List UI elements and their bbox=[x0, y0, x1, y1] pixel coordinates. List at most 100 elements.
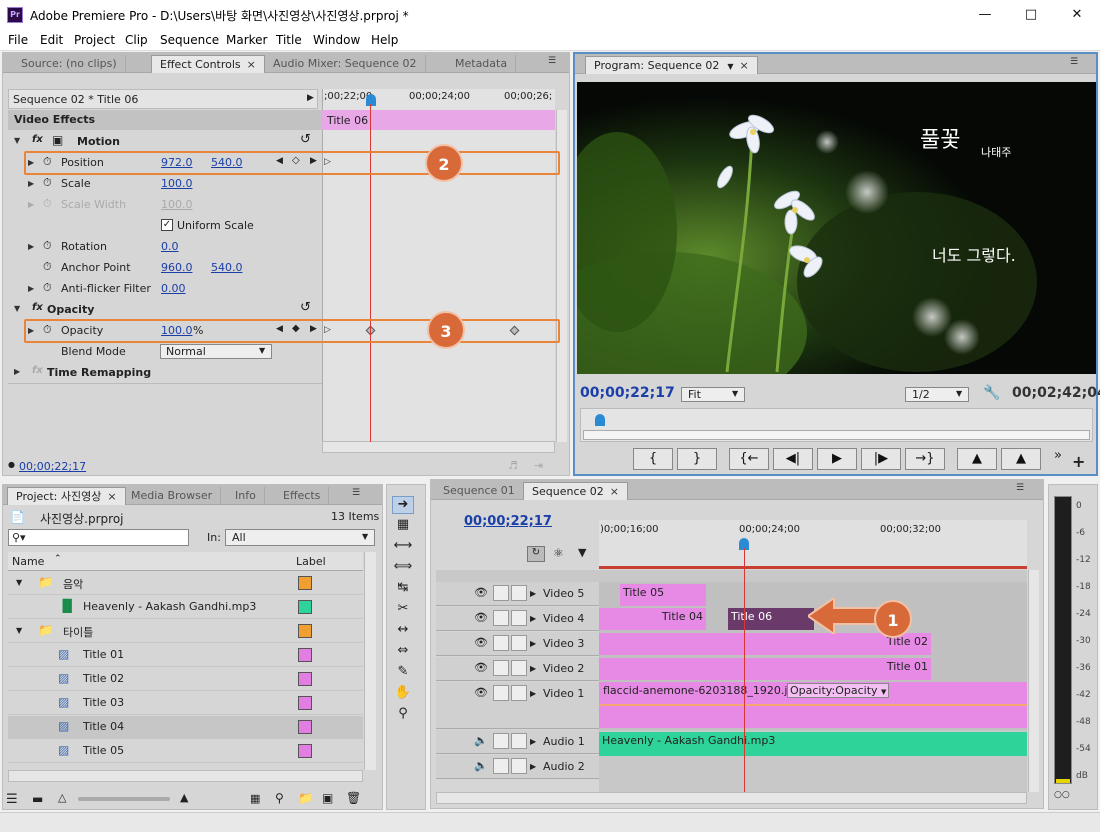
eye-icon[interactable]: 👁 bbox=[474, 611, 488, 624]
sync-lock-icon[interactable] bbox=[493, 610, 509, 626]
menu-project[interactable]: Project bbox=[74, 33, 115, 47]
expand-right-icon[interactable]: ▶ bbox=[14, 367, 20, 376]
expand-down-icon[interactable]: ▼ bbox=[16, 578, 22, 587]
expand-down-icon[interactable]: ▼ bbox=[16, 626, 22, 635]
col-name[interactable]: Name bbox=[12, 555, 44, 568]
icon-view-icon[interactable]: ▬ bbox=[32, 792, 43, 806]
clip-title-02[interactable]: Title 02 bbox=[599, 633, 931, 655]
blend-mode-select[interactable]: Normal ▼ bbox=[160, 344, 272, 359]
anchor-point-row[interactable]: ⏱ Anchor Point 960.0 540.0 bbox=[8, 257, 322, 278]
menu-file[interactable]: File bbox=[8, 33, 28, 47]
project-h-scrollbar[interactable] bbox=[8, 770, 363, 782]
project-bin-row[interactable]: ▼ 📁 타이틀 bbox=[8, 620, 363, 643]
opacity-rubber-band[interactable] bbox=[599, 704, 1027, 706]
program-zoom-bar[interactable] bbox=[583, 430, 1090, 440]
clip-audio-1[interactable]: Heavenly - Aakash Gandhi.mp3 bbox=[599, 732, 1027, 756]
tab-metadata[interactable]: Metadata bbox=[447, 55, 517, 73]
timeline-h-scrollbar[interactable] bbox=[436, 792, 1027, 804]
project-search-input[interactable]: ⚲▾ bbox=[8, 529, 189, 546]
eye-icon[interactable]: 👁 bbox=[474, 636, 488, 649]
speaker-icon[interactable]: 🔈 bbox=[474, 759, 488, 772]
clip-effect-select[interactable]: Opacity:Opacity ▼ bbox=[787, 683, 890, 698]
minimize-icon[interactable]: — bbox=[962, 0, 1008, 31]
tab-effects[interactable]: Effects bbox=[275, 487, 330, 505]
motion-row[interactable]: ▼ fx ▣ Motion ↺ bbox=[8, 131, 322, 152]
clip-title-06-selected[interactable]: Title 06 bbox=[728, 608, 814, 630]
uniform-scale-checkbox[interactable]: ✓ bbox=[161, 219, 173, 231]
label-color-swatch[interactable] bbox=[298, 696, 312, 710]
stopwatch-icon[interactable]: ⏱ bbox=[43, 281, 52, 295]
sync-lock-icon[interactable] bbox=[493, 685, 509, 701]
clip-title-01[interactable]: Title 01 bbox=[599, 658, 931, 680]
track-lock-icon[interactable] bbox=[511, 733, 527, 749]
sync-lock-icon[interactable] bbox=[493, 585, 509, 601]
close-icon[interactable]: ✕ bbox=[1054, 0, 1100, 31]
pen-tool-icon[interactable]: ✎ bbox=[392, 664, 414, 682]
tab-effect-controls[interactable]: Effect Controls × bbox=[151, 55, 265, 73]
solo-buttons-icon[interactable]: ○○ bbox=[1054, 790, 1070, 800]
fx-icon[interactable]: fx bbox=[32, 134, 43, 145]
close-icon[interactable]: × bbox=[740, 59, 749, 72]
zoom-tool-icon[interactable]: ⚲ bbox=[392, 706, 414, 724]
menu-marker[interactable]: Marker bbox=[226, 33, 267, 47]
label-color-swatch[interactable] bbox=[298, 648, 312, 662]
timeline-timecode[interactable]: 00;00;22;17 bbox=[464, 514, 552, 529]
expand-down-icon[interactable]: ▼ bbox=[14, 136, 20, 145]
col-label[interactable]: Label bbox=[296, 555, 326, 568]
label-color-swatch[interactable] bbox=[298, 576, 312, 590]
tab-project[interactable]: Project: 사진영상 × bbox=[7, 487, 126, 505]
panel-menu-icon[interactable]: ☰ bbox=[543, 56, 561, 70]
playhead-handle[interactable] bbox=[366, 94, 376, 106]
find-icon[interactable]: ⚲ bbox=[275, 791, 284, 805]
menu-edit[interactable]: Edit bbox=[40, 33, 63, 47]
scale-value[interactable]: 100.0 bbox=[161, 177, 193, 190]
expand-right-icon[interactable]: ▶ bbox=[530, 639, 536, 648]
expand-right-icon[interactable]: ▶ bbox=[28, 242, 34, 251]
timeline-ruler[interactable] bbox=[599, 520, 1027, 568]
effect-timeline-area[interactable] bbox=[322, 89, 555, 442]
new-item-icon[interactable]: ▣ bbox=[322, 791, 333, 805]
tab-source[interactable]: Source: (no clips) bbox=[13, 55, 126, 73]
menu-title[interactable]: Title bbox=[276, 33, 302, 47]
eye-icon[interactable]: 👁 bbox=[474, 586, 488, 599]
rolling-edit-tool-icon[interactable]: ⟺ bbox=[392, 559, 414, 577]
slip-tool-icon[interactable]: ↔ bbox=[392, 622, 414, 640]
slide-tool-icon[interactable]: ⇔ bbox=[392, 643, 414, 661]
zoom-in-icon[interactable]: ▲ bbox=[180, 791, 188, 804]
close-icon[interactable]: × bbox=[247, 58, 256, 71]
time-remapping-row[interactable]: ▶ fx Time Remapping bbox=[8, 362, 322, 383]
hand-tool-icon[interactable]: ✋ bbox=[392, 685, 414, 703]
mark-in-button[interactable]: { bbox=[633, 448, 673, 470]
expand-right-icon[interactable]: ▶ bbox=[530, 737, 536, 746]
track-header[interactable]: 👁 ▶ Video 2 bbox=[436, 657, 599, 681]
expand-right-icon[interactable]: ▶ bbox=[530, 689, 536, 698]
project-scrollbar[interactable] bbox=[364, 552, 376, 770]
stopwatch-icon[interactable]: ⏱ bbox=[43, 260, 52, 274]
selection-tool-icon[interactable]: ➜ bbox=[392, 496, 414, 514]
project-item-row[interactable]: ▨ Title 03 bbox=[8, 692, 363, 715]
tab-sequence-01[interactable]: Sequence 01 bbox=[435, 482, 524, 500]
project-item-row[interactable]: ▨ Title 02 bbox=[8, 668, 363, 691]
label-color-swatch[interactable] bbox=[298, 744, 312, 758]
track-lock-icon[interactable] bbox=[511, 585, 527, 601]
project-bin-row[interactable]: ▼ 📁 음악 bbox=[8, 572, 363, 595]
resolution-select[interactable]: 1/2 ▼ bbox=[905, 387, 969, 402]
label-color-swatch[interactable] bbox=[298, 672, 312, 686]
expand-down-icon[interactable]: ▼ bbox=[14, 304, 20, 313]
panel-menu-icon[interactable]: ☰ bbox=[1011, 483, 1029, 497]
new-bin-icon[interactable]: 📁 bbox=[298, 791, 313, 805]
anchor-y-value[interactable]: 540.0 bbox=[211, 261, 243, 274]
menu-clip[interactable]: Clip bbox=[125, 33, 148, 47]
thumbnail-size-slider[interactable] bbox=[78, 797, 170, 801]
timeline-v-scrollbar[interactable] bbox=[1028, 570, 1039, 792]
track-header[interactable]: 🔈 ▶ Audio 2 bbox=[436, 755, 599, 779]
stopwatch-icon[interactable]: ⏱ bbox=[43, 176, 52, 190]
fx-icon[interactable]: fx bbox=[32, 302, 43, 313]
project-item-row[interactable]: ▐▌ Heavenly - Aakash Gandhi.mp3 bbox=[8, 596, 363, 619]
menu-help[interactable]: Help bbox=[371, 33, 398, 47]
clip-title-05[interactable]: Title 05 bbox=[620, 584, 706, 606]
reset-icon[interactable]: ↺ bbox=[300, 132, 311, 147]
zoom-select[interactable]: Fit ▼ bbox=[681, 387, 745, 402]
in-filter-select[interactable]: All ▼ bbox=[225, 529, 375, 546]
track-lock-icon[interactable] bbox=[511, 685, 527, 701]
